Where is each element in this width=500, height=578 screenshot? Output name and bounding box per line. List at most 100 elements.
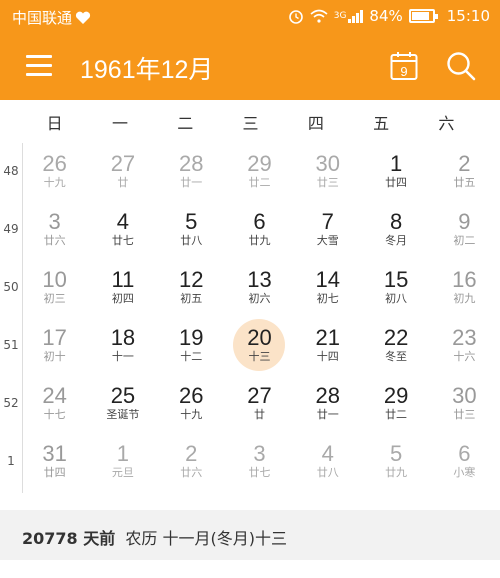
day-cell[interactable]: 30 廿三 [295,143,360,201]
lunar-day-label: 廿三 [316,176,339,189]
day-cell[interactable]: 28 廿一 [295,375,360,433]
clock: 15:10 [446,7,490,25]
weekday-label: 三 [242,114,259,133]
weekday-label: 一 [111,114,128,133]
lunar-day-label: 大雪 [316,234,339,247]
weekday-label: 日 [46,114,63,133]
day-cell[interactable]: 6 小寒 [432,433,497,491]
selected-day-text: 20778 天前 农历 十一月(冬月)十三 [22,525,287,549]
day-cell[interactable]: 4 廿七 [90,201,155,259]
day-number: 1 [389,151,403,176]
day-cell[interactable]: 23 十六 [432,317,497,375]
day-cell-today[interactable]: 20 十三 [227,317,292,375]
month-title[interactable]: 1961年12月 [80,50,213,86]
signal-icon [348,9,364,23]
day-cell[interactable]: 9 初二 [432,201,497,259]
day-cell[interactable]: 5 廿九 [363,433,428,491]
weekday-label: 二 [177,114,194,133]
selected-day-info: 20778 天前 农历 十一月(冬月)十三 [0,510,500,560]
day-cell[interactable]: 4 廿八 [295,433,360,491]
week-number: 50 [3,280,19,294]
day-cell[interactable]: 11 初四 [90,259,155,317]
day-cell[interactable]: 30 廿三 [432,375,497,433]
week-number: 49 [3,222,19,236]
weekday-label: 四 [307,114,324,133]
day-cell[interactable]: 8 冬月 [363,201,428,259]
day-cell[interactable]: 16 初九 [432,259,497,317]
day-cell[interactable]: 12 初五 [159,259,224,317]
week-number: 1 [7,454,15,468]
day-cell[interactable]: 14 初七 [295,259,360,317]
menu-icon[interactable] [26,55,52,77]
day-number: 16 [452,267,477,292]
day-cell[interactable]: 29 廿二 [227,143,292,201]
day-cell[interactable]: 6 廿九 [227,201,292,259]
day-cell[interactable]: 15 初八 [363,259,428,317]
day-cell[interactable]: 27 廿 [227,375,292,433]
status-left: 中国联通 [12,7,91,28]
day-number: 23 [452,325,477,350]
battery-percent: 84% [369,7,403,25]
day-cell[interactable]: 7 大雪 [295,201,360,259]
day-cell[interactable]: 1 元旦 [90,433,155,491]
day-number: 4 [116,209,130,234]
day-number: 4 [321,441,334,466]
today-calendar-button[interactable]: 9 [390,51,418,81]
lunar-date-label: 农历 十一月(冬月)十三 [125,529,287,548]
day-cell[interactable]: 21 十四 [295,317,360,375]
day-cell[interactable]: 29 廿二 [363,375,428,433]
lunar-day-label: 圣诞节 [106,408,140,421]
day-cell[interactable]: 26 十九 [22,143,87,201]
day-cell[interactable]: 19 十二 [159,317,224,375]
alarm-icon [288,10,303,24]
week-number: 48 [3,164,19,178]
calendar-icon: 9 [390,52,418,80]
lunar-day-label: 廿 [253,408,265,421]
lunar-day-label: 十六 [453,350,476,363]
toolbar: 1961年12月 9 [0,33,500,100]
lunar-day-label: 冬月 [385,234,408,247]
day-cell[interactable]: 1 廿四 [363,143,428,201]
day-cell[interactable]: 25 圣诞节 [90,375,155,433]
day-number: 30 [452,383,477,408]
day-cell[interactable]: 2 廿五 [432,143,497,201]
status-bar: 中国联通 3G 84% 15:10 [0,0,500,33]
lunar-day-label: 廿五 [453,176,476,189]
day-cell[interactable]: 27 廿 [90,143,155,201]
lunar-day-label: 廿四 [385,176,408,189]
lunar-day-label: 十七 [43,408,66,421]
day-cell[interactable]: 3 廿六 [22,201,87,259]
day-cell[interactable]: 26 十九 [159,375,224,433]
search-button[interactable] [446,51,476,81]
day-number: 13 [247,267,272,292]
lunar-day-label: 初九 [453,292,476,305]
day-number: 2 [458,151,471,176]
lunar-day-label: 廿八 [316,466,339,479]
lunar-day-label: 廿九 [385,466,408,479]
day-cell[interactable]: 3 廿七 [227,433,292,491]
day-cell[interactable]: 17 初十 [22,317,87,375]
day-number: 25 [110,383,136,408]
day-cell[interactable]: 24 十七 [22,375,87,433]
lunar-day-label: 初八 [385,292,408,305]
day-cell[interactable]: 31 廿四 [22,433,87,491]
day-number: 31 [42,441,67,466]
day-number: 24 [42,383,67,408]
day-cell[interactable]: 18 十一 [90,317,155,375]
lunar-day-label: 初五 [180,292,203,305]
weekday-label: 五 [373,114,390,133]
day-number: 6 [458,441,471,466]
lunar-day-label: 廿七 [248,466,271,479]
lunar-day-label: 廿一 [180,176,203,189]
day-cell[interactable]: 5 廿八 [159,201,224,259]
day-cell[interactable]: 10 初三 [22,259,87,317]
day-cell[interactable]: 22 冬至 [363,317,428,375]
lunar-day-label: 廿七 [111,234,134,247]
lunar-day-label: 廿二 [248,176,271,189]
lunar-day-label: 初三 [43,292,66,305]
day-cell[interactable]: 13 初六 [227,259,292,317]
day-number: 19 [178,325,204,350]
day-cell[interactable]: 2 廿六 [159,433,224,491]
day-number: 6 [253,209,266,234]
day-cell[interactable]: 28 廿一 [159,143,224,201]
